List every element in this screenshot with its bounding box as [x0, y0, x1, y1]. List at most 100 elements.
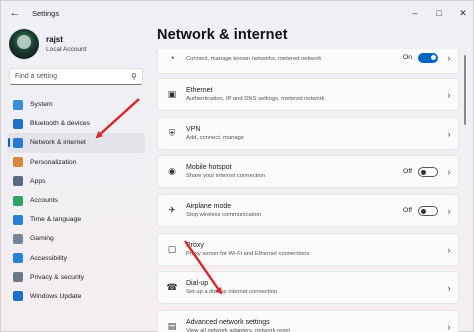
card-airplane-mode[interactable]: ✈ Airplane mode Stop wireless communicatio…: [157, 194, 459, 227]
card-ethernet[interactable]: ▣ Ethernet Authentication, IP and DNS sett…: [157, 78, 459, 111]
sidebar-item-windows-update[interactable]: Windows Update: [7, 287, 145, 306]
card-title: Proxy: [186, 242, 204, 249]
minimize-icon[interactable]: –: [403, 1, 427, 25]
page-title: Network & internet: [157, 27, 288, 43]
card-subtitle: Stop wireless communication: [186, 212, 262, 218]
sidebar-item-personalization[interactable]: Personalization: [7, 153, 145, 172]
toggle-group: Off: [403, 205, 438, 216]
sidebar-item-label: Accessibility: [30, 254, 68, 262]
apps-icon: [13, 176, 23, 187]
sidebar-item-gaming[interactable]: Gaming: [7, 229, 145, 248]
sidebar-item-label: System: [30, 101, 53, 109]
sidebar-item-label: Windows Update: [30, 292, 82, 300]
dialup-icon: ☎: [166, 282, 178, 292]
search-placeholder: Find a setting: [15, 73, 58, 80]
card-subtitle: View all network adapters, network reset: [186, 328, 290, 332]
airplane-icon: ✈: [168, 205, 176, 215]
sidebar-item-label: Accounts: [30, 197, 58, 205]
vpn-shield-icon: ⛨: [168, 128, 176, 138]
person-icon: [13, 195, 23, 206]
card-mobile-hotspot[interactable]: ◉ Mobile hotspot Share your internet conne…: [157, 155, 459, 188]
shield-icon: [13, 272, 23, 283]
wifi-icon: [13, 137, 23, 148]
chevron-right-icon[interactable]: ›: [440, 283, 458, 293]
toggle-state-label: Off: [403, 207, 412, 214]
chevron-right-icon[interactable]: ›: [440, 245, 458, 255]
accessibility-icon: [13, 253, 23, 264]
card-subtitle: Share your internet connection: [186, 173, 265, 179]
user-profile[interactable]: rajst Local Account: [9, 29, 86, 59]
ethernet-icon: ▣: [167, 89, 177, 99]
toggle-switch[interactable]: [418, 205, 438, 216]
gamepad-icon: [13, 233, 23, 244]
chevron-right-icon[interactable]: ›: [440, 90, 458, 100]
globe-clock-icon: [13, 214, 23, 225]
sidebar-item-privacy-security[interactable]: Privacy & security: [7, 268, 145, 287]
card-title: Advanced network settings: [186, 319, 270, 326]
sidebar-item-label: Apps: [30, 177, 46, 185]
toggle-state-label: Off: [403, 168, 412, 175]
avatar: [9, 29, 39, 59]
hotspot-icon: ◉: [168, 166, 176, 176]
toggle-switch[interactable]: [418, 166, 438, 177]
sidebar-nav: System Bluetooth & devices Network & inter…: [7, 95, 145, 306]
card-title: Airplane mode: [186, 203, 232, 210]
monitor-icon: [13, 99, 23, 110]
card-title: VPN: [186, 126, 201, 133]
settings-cards: ◔ Connect, manage known networks, metered…: [155, 49, 461, 332]
sidebar-item-network-internet[interactable]: Network & internet: [7, 133, 145, 153]
brush-icon: [13, 157, 23, 168]
card-subtitle: Authentication, IP and DNS settings, met…: [186, 96, 325, 102]
sidebar-item-time-language[interactable]: Time & language: [7, 210, 145, 229]
app-title: Settings: [32, 8, 60, 18]
sidebar-item-label: Bluetooth & devices: [30, 120, 91, 128]
chevron-right-icon[interactable]: ›: [440, 167, 458, 177]
scrollbar[interactable]: [464, 49, 467, 329]
settings-window: ← Settings – □ ✕ rajst Local Account Fin…: [0, 0, 474, 332]
scrollbar-thumb[interactable]: [464, 55, 466, 125]
profile-account-type: Local Account: [46, 46, 87, 53]
back-arrow-icon[interactable]: ←: [4, 2, 26, 24]
card-proxy[interactable]: ▢ Proxy Proxy server for Wi-Fi and Etherne…: [157, 233, 459, 266]
window-controls: – □ ✕: [403, 1, 474, 25]
chevron-right-icon[interactable]: ›: [440, 129, 458, 139]
profile-name: rajst: [46, 35, 63, 44]
network-adapter-icon: ▤: [167, 321, 177, 331]
card-vpn[interactable]: ⛨ VPN Add, connect, manage ›: [157, 117, 459, 150]
bluetooth-icon: [13, 118, 23, 129]
card-subtitle: Proxy server for Wi-Fi and Ethernet conn…: [186, 251, 310, 257]
sidebar-item-system[interactable]: System: [7, 95, 145, 114]
sidebar-item-bluetooth-devices[interactable]: Bluetooth & devices: [7, 114, 145, 133]
toggle-state-label: On: [402, 54, 412, 61]
sidebar-item-label: Gaming: [30, 235, 54, 243]
sidebar-item-accessibility[interactable]: Accessibility: [7, 249, 145, 268]
card-subtitle: Add, connect, manage: [186, 135, 245, 141]
close-icon[interactable]: ✕: [451, 1, 474, 25]
card-title: Dial-up: [186, 280, 209, 287]
wifi-icon: ◔: [169, 52, 175, 63]
card-title: Mobile hotspot: [186, 164, 232, 171]
sidebar-item-accounts[interactable]: Accounts: [7, 191, 145, 210]
maximize-icon[interactable]: □: [427, 1, 451, 25]
sidebar-item-label: Personalization: [30, 158, 77, 166]
sidebar-item-label: Time & language: [30, 216, 82, 224]
proxy-icon: ▢: [167, 244, 177, 254]
chevron-right-icon[interactable]: ›: [440, 206, 458, 216]
sidebar-item-label: Privacy & security: [30, 273, 85, 281]
card-wifi[interactable]: ◔ Connect, manage known networks, metered…: [157, 49, 459, 74]
chevron-right-icon[interactable]: ›: [440, 322, 458, 332]
chevron-right-icon[interactable]: ›: [440, 53, 458, 63]
card-advanced-network-settings[interactable]: ▤ Advanced network settings View all netwo…: [157, 310, 459, 332]
title-bar: ← Settings – □ ✕: [1, 1, 474, 25]
search-icon[interactable]: ⚲: [126, 72, 142, 81]
card-dial-up[interactable]: ☎ Dial-up Set up a dial-up internet connec…: [157, 271, 459, 304]
sidebar-item-label: Network & internet: [30, 139, 86, 147]
update-icon: [13, 291, 23, 302]
sidebar-item-apps[interactable]: Apps: [7, 172, 145, 191]
card-subtitle: Connect, manage known networks, metered …: [186, 55, 322, 62]
toggle-group: On: [402, 52, 438, 63]
toggle-switch[interactable]: [418, 52, 438, 63]
card-title: Ethernet: [186, 87, 213, 94]
search-input[interactable]: Find a setting ⚲: [9, 68, 143, 85]
toggle-group: Off: [403, 166, 438, 177]
